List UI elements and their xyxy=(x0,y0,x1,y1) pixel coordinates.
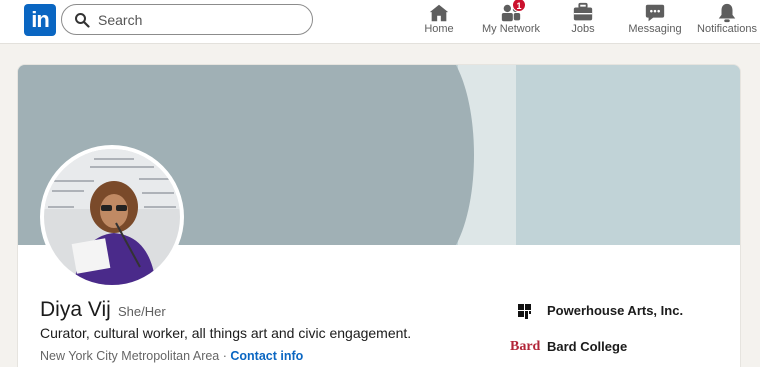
contact-info-link[interactable]: Contact info xyxy=(230,349,303,363)
top-nav-bar: in Home 1 My Network Jobs xyxy=(0,0,760,44)
profile-card: Diya Vij She/Her Curator, cultural worke… xyxy=(17,64,741,367)
powerhouse-logo xyxy=(518,304,531,319)
nav-home[interactable]: Home xyxy=(414,0,464,44)
nav-home-label: Home xyxy=(424,23,454,35)
search-input[interactable] xyxy=(98,9,298,31)
search-icon xyxy=(75,13,90,28)
nav-jobs[interactable]: Jobs xyxy=(558,0,608,44)
profile-location-line: New York City Metropolitan Area · Contac… xyxy=(40,349,303,363)
nav-messaging-label: Messaging xyxy=(628,23,682,35)
nav-my-network[interactable]: 1 My Network xyxy=(478,0,544,44)
search-box[interactable] xyxy=(61,4,313,35)
nav-messaging[interactable]: Messaging xyxy=(624,0,686,44)
bard-logo: Bard xyxy=(510,339,541,354)
nav-notifications-label: Notifications xyxy=(697,23,757,35)
profile-headline: Curator, cultural worker, all things art… xyxy=(40,325,412,341)
org-powerhouse-name: Powerhouse Arts, Inc. xyxy=(547,303,684,318)
network-notification-badge: 1 xyxy=(512,0,526,12)
linkedin-logo[interactable]: in xyxy=(24,4,56,36)
bell-icon xyxy=(718,3,736,23)
nav-my-network-label: My Network xyxy=(481,23,541,35)
briefcase-icon xyxy=(573,2,593,21)
avatar-image xyxy=(44,149,180,285)
org-bard-name: Bard College xyxy=(547,339,628,354)
profile-location: New York City Metropolitan Area xyxy=(40,349,220,363)
message-icon xyxy=(645,4,665,22)
home-icon xyxy=(429,4,449,22)
location-separator: · xyxy=(219,349,231,363)
nav-notifications[interactable]: Notifications xyxy=(694,0,760,44)
profile-name: Diya Vij xyxy=(40,298,111,321)
profile-photo[interactable] xyxy=(40,145,184,289)
avatar xyxy=(44,149,180,285)
profile-pronouns: She/Her xyxy=(118,304,166,319)
nav-jobs-label: Jobs xyxy=(571,23,595,35)
